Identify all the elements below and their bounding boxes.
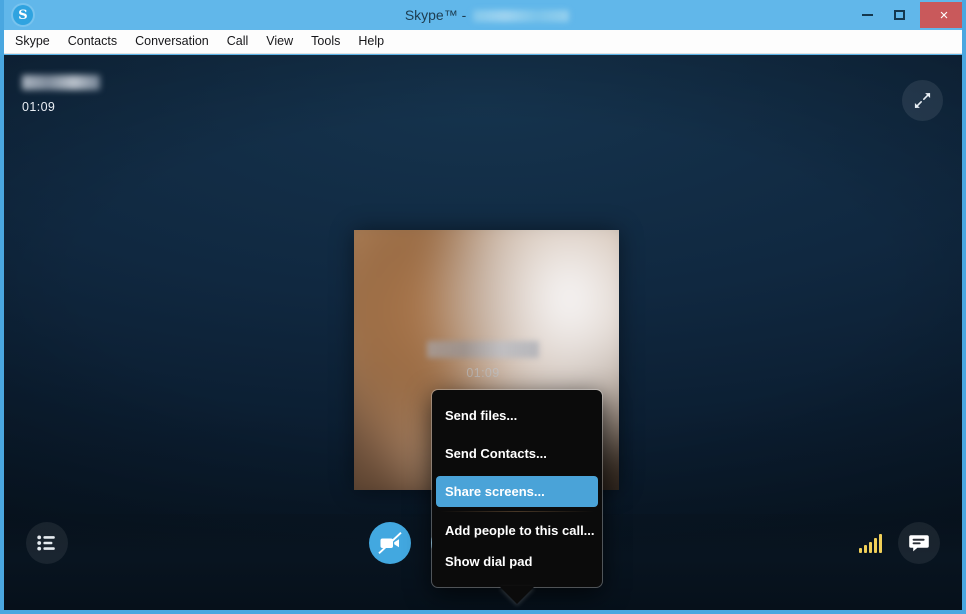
expand-diagonal-icon [914, 93, 931, 108]
skype-window: S Skype™ - × Skype Contacts Conversation… [0, 0, 966, 614]
call-header: 01:09 [22, 75, 100, 114]
call-timer: 01:09 [22, 100, 56, 114]
signal-bar-4 [874, 538, 877, 553]
menu-item-contacts[interactable]: Contacts [59, 30, 126, 53]
menu-spacer [432, 431, 602, 438]
menu-item-skype[interactable]: Skype [6, 30, 59, 53]
menu-item-conversation[interactable]: Conversation [126, 30, 218, 53]
menu-item-call[interactable]: Call [218, 30, 258, 53]
menu-separator [440, 511, 594, 512]
call-stage: 01:09 01:09 Send files... Send Contacts.… [4, 55, 962, 610]
chat-panel-button[interactable] [898, 522, 940, 564]
skype-logo-icon: S [13, 5, 33, 25]
video-toggle-button[interactable] [369, 522, 411, 564]
window-title-account-redacted [473, 10, 570, 23]
title-bar: S Skype™ - × [4, 0, 962, 30]
menu-item-view[interactable]: View [257, 30, 302, 53]
fullscreen-button[interactable] [902, 80, 943, 121]
menu-item-tools[interactable]: Tools [302, 30, 349, 53]
window-title: Skype™ - [4, 0, 962, 30]
window-controls: × [850, 0, 962, 30]
menu-option-send-contacts[interactable]: Send Contacts... [432, 438, 602, 469]
signal-bar-1 [859, 548, 862, 553]
video-camera-off-icon [378, 532, 402, 554]
minimize-icon [861, 14, 873, 16]
minimize-button[interactable] [850, 0, 884, 30]
menu-option-send-files[interactable]: Send files... [432, 400, 602, 431]
chat-bubble-icon [909, 535, 929, 552]
menu-option-show-dial-pad[interactable]: Show dial pad [432, 546, 602, 577]
close-button[interactable]: × [920, 2, 962, 28]
caller-name-redacted [22, 75, 100, 90]
menu-spacer [432, 469, 602, 476]
maximize-button[interactable] [884, 0, 914, 30]
list-panel-button[interactable] [26, 522, 68, 564]
menu-bar: Skype Contacts Conversation Call View To… [4, 30, 962, 54]
signal-bar-5 [879, 534, 882, 553]
menu-option-add-people[interactable]: Add people to this call... [432, 515, 602, 546]
menu-item-help[interactable]: Help [349, 30, 393, 53]
list-menu-icon [37, 535, 55, 551]
menu-option-share-screens[interactable]: Share screens... [436, 476, 598, 507]
signal-bar-3 [869, 542, 872, 553]
add-options-popup-menu: Send files... Send Contacts... Share scr… [432, 390, 602, 587]
signal-strength-indicator[interactable] [859, 534, 882, 553]
window-title-text: Skype™ - [404, 7, 471, 23]
maximize-icon [893, 10, 905, 20]
signal-bar-2 [864, 545, 867, 553]
